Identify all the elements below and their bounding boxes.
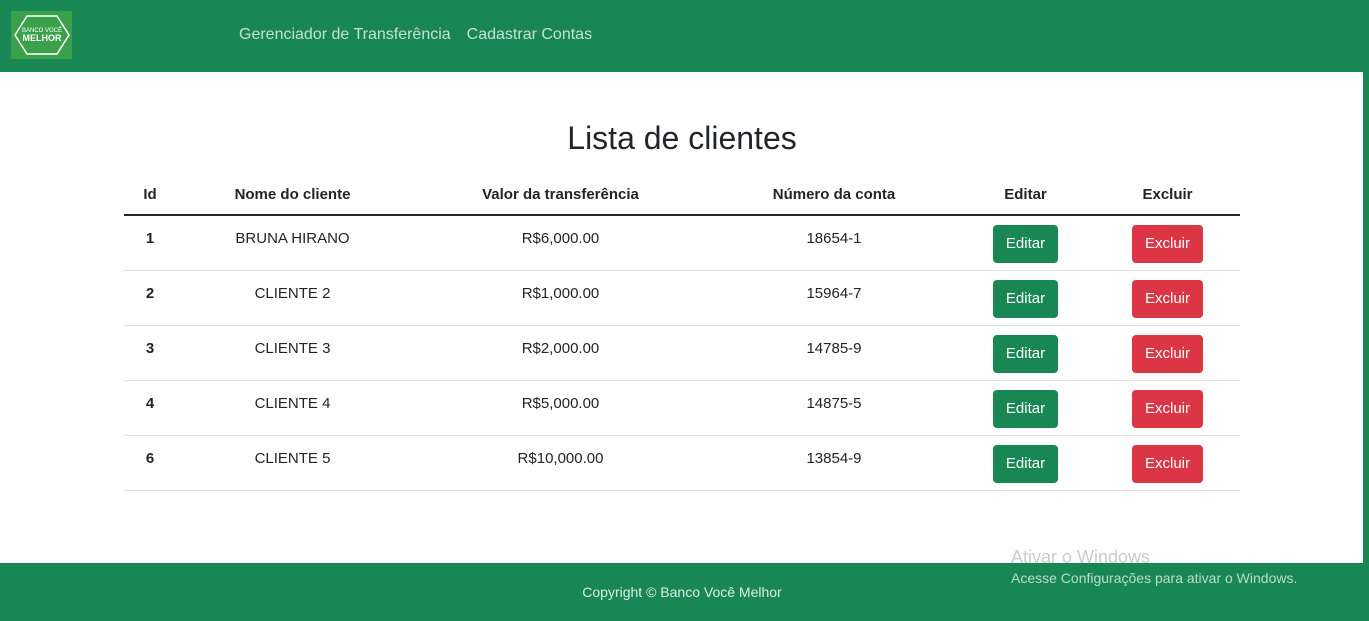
edit-button[interactable]: Editar — [992, 334, 1059, 373]
cell-edit: Editar — [956, 325, 1095, 381]
nav-link-transfer-manager[interactable]: Gerenciador de Transferência — [239, 26, 451, 44]
edit-button[interactable]: Editar — [992, 444, 1059, 483]
edit-button[interactable]: Editar — [992, 225, 1059, 263]
top-navbar: BANCO VOCÊ MELHOR Gerenciador de Transfe… — [0, 0, 1369, 72]
delete-button[interactable]: Excluir — [1131, 334, 1203, 373]
table-row: 1 BRUNA HIRANO R$6,000.00 18654-1 Editar… — [124, 215, 1240, 271]
cell-delete: Excluir — [1095, 325, 1240, 381]
cell-id: 1 — [124, 215, 176, 271]
cell-id: 6 — [124, 435, 176, 491]
cell-edit: Editar — [956, 270, 1095, 326]
cell-edit: Editar — [956, 380, 1095, 436]
column-header-client-name: Nome do cliente — [176, 174, 409, 216]
cell-delete: Excluir — [1095, 380, 1240, 436]
cell-transfer-value: R$6,000.00 — [409, 215, 712, 271]
cell-account-number: 13854-9 — [712, 435, 956, 491]
column-header-delete: Excluir — [1095, 174, 1240, 216]
cell-delete: Excluir — [1095, 435, 1240, 491]
cell-id: 3 — [124, 325, 176, 381]
edit-button[interactable]: Editar — [992, 279, 1059, 318]
column-header-id: Id — [124, 174, 176, 216]
table-row: 6 CLIENTE 5 R$10,000.00 13854-9 Editar E… — [124, 435, 1240, 491]
cell-account-number: 14875-5 — [712, 380, 956, 436]
cell-client-name: CLIENTE 2 — [176, 270, 409, 326]
table-row: 2 CLIENTE 2 R$1,000.00 15964-7 Editar Ex… — [124, 270, 1240, 326]
logo-badge-icon: BANCO VOCÊ MELHOR — [13, 15, 70, 55]
main-nav: Gerenciador de Transferência Cadastrar C… — [239, 26, 592, 44]
cell-edit: Editar — [956, 435, 1095, 491]
edit-button[interactable]: Editar — [992, 389, 1059, 428]
table-row: 4 CLIENTE 4 R$5,000.00 14875-5 Editar Ex… — [124, 380, 1240, 436]
column-header-transfer-value: Valor da transferência — [409, 174, 712, 216]
column-header-account-number: Número da conta — [712, 174, 956, 216]
cell-account-number: 14785-9 — [712, 325, 956, 381]
cell-delete: Excluir — [1095, 270, 1240, 326]
column-header-edit: Editar — [956, 174, 1095, 216]
window-right-edge — [1363, 0, 1369, 621]
copyright-text: Copyright © Banco Você Melhor — [582, 584, 782, 600]
cell-id: 4 — [124, 380, 176, 436]
delete-button[interactable]: Excluir — [1131, 225, 1203, 263]
nav-link-register-accounts[interactable]: Cadastrar Contas — [467, 26, 592, 44]
cell-id: 2 — [124, 270, 176, 326]
svg-text:MELHOR: MELHOR — [22, 33, 61, 43]
table-row: 3 CLIENTE 3 R$2,000.00 14785-9 Editar Ex… — [124, 325, 1240, 381]
cell-client-name: CLIENTE 5 — [176, 435, 409, 491]
bank-logo[interactable]: BANCO VOCÊ MELHOR — [11, 11, 72, 59]
cell-account-number: 18654-1 — [712, 215, 956, 271]
cell-transfer-value: R$5,000.00 — [409, 380, 712, 436]
delete-button[interactable]: Excluir — [1131, 279, 1203, 318]
cell-client-name: CLIENTE 3 — [176, 325, 409, 381]
cell-client-name: CLIENTE 4 — [176, 380, 409, 436]
cell-transfer-value: R$10,000.00 — [409, 435, 712, 491]
table-header-row: Id Nome do cliente Valor da transferênci… — [124, 174, 1240, 216]
page-title: Lista de clientes — [567, 120, 797, 156]
cell-edit: Editar — [956, 215, 1095, 271]
cell-account-number: 15964-7 — [712, 270, 956, 326]
delete-button[interactable]: Excluir — [1131, 444, 1203, 483]
cell-transfer-value: R$2,000.00 — [409, 325, 712, 381]
delete-button[interactable]: Excluir — [1131, 389, 1203, 428]
cell-transfer-value: R$1,000.00 — [409, 270, 712, 326]
cell-delete: Excluir — [1095, 215, 1240, 271]
clients-table: Id Nome do cliente Valor da transferênci… — [124, 174, 1240, 491]
cell-client-name: BRUNA HIRANO — [176, 215, 409, 271]
